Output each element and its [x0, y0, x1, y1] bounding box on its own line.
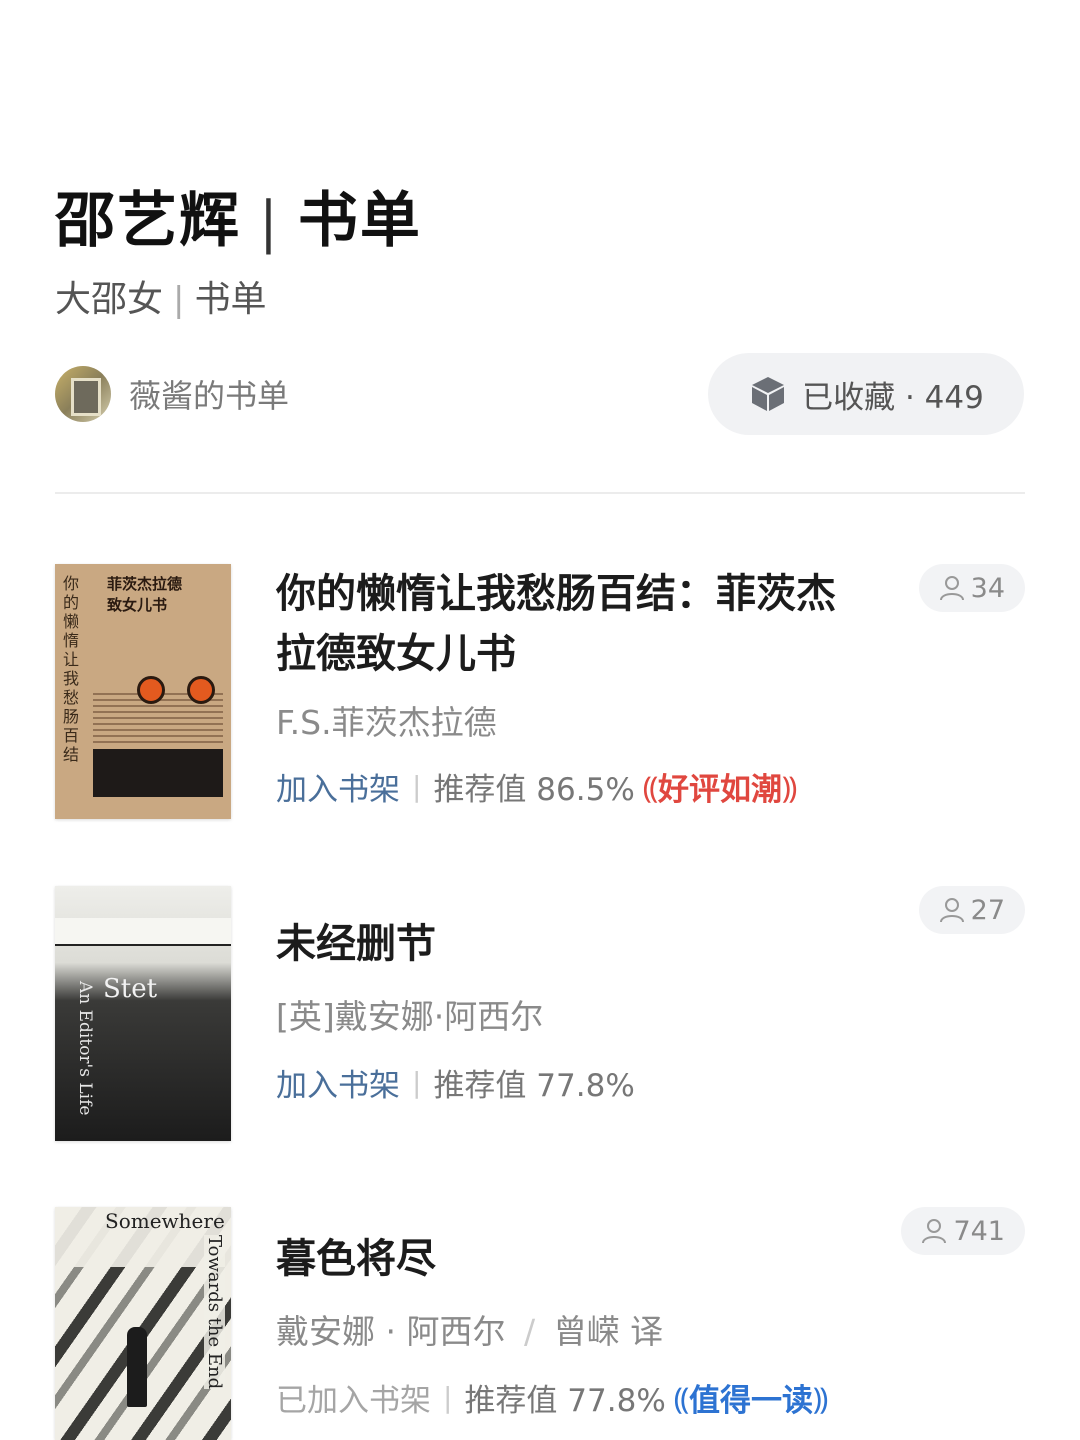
avatar[interactable] [55, 366, 111, 422]
book-info: 暮色将尽 戴安娜 · 阿西尔 / 曾嵘 译 已加入书架 | 推荐值 77.8% … [276, 1229, 876, 1420]
title-main: 邵艺辉 [55, 186, 241, 256]
readers-count[interactable]: 741 [901, 1207, 1025, 1255]
meta-separator: | [412, 1066, 422, 1099]
collect-label: 已收藏 · 449 [802, 379, 984, 416]
cover-title: 菲茨杰拉德 致女儿书 [107, 574, 182, 616]
book-cover[interactable]: 你的懒惰让我愁肠百结 菲茨杰拉德 致女儿书 [55, 564, 231, 819]
laurel-icon: ⸨ [642, 771, 659, 806]
meta-separator: | [443, 1381, 453, 1414]
book-title[interactable]: 暮色将尽 [276, 1229, 876, 1289]
book-title[interactable]: 你的懒惰让我愁肠百结：菲茨杰拉德致女儿书 [276, 564, 856, 684]
rating-badge: ⸨ 好评如潮 ⸩ [643, 764, 798, 809]
divider [55, 492, 1025, 494]
book-cover[interactable]: Stet An Editor's Life [55, 886, 231, 1141]
book-meta: 已加入书架 | 推荐值 77.8% ⸨ 值得一读 ⸩ [276, 1375, 876, 1420]
cover-title-line-2: 致女儿书 [107, 596, 168, 614]
list-item[interactable]: Somewhere Towards the End 暮色将尽 戴安娜 · 阿西尔… [55, 1207, 1025, 1440]
curator-name[interactable]: 薇酱的书单 [129, 371, 289, 417]
book-info: 你的懒惰让我愁肠百结：菲茨杰拉德致女儿书 F.S.菲茨杰拉德 加入书架 | 推荐… [276, 564, 876, 809]
badge-label: 好评如潮 [658, 772, 783, 808]
collect-button[interactable]: 已收藏 · 449 [708, 353, 1024, 435]
readers-value: 27 [970, 894, 1005, 926]
author-separator: / [523, 1312, 536, 1351]
readers-value: 741 [953, 1215, 1005, 1247]
rating-badge: ⸨ 值得一读 ⸩ [674, 1375, 829, 1420]
readers-value: 34 [970, 572, 1005, 604]
laurel-icon: ⸩ [813, 1382, 829, 1417]
translator-name: 曾嵘 译 [553, 1312, 664, 1351]
rating: 推荐值 77.8% [433, 1068, 635, 1104]
book-title[interactable]: 未经删节 [276, 914, 876, 974]
book-meta: 加入书架 | 推荐值 86.5% ⸨ 好评如潮 ⸩ [276, 764, 876, 809]
cover-subtitle: Towards the End [204, 1235, 225, 1390]
cover-dot [187, 676, 215, 704]
cover-vertical-text: 你的懒惰让我愁肠百结 [63, 574, 80, 764]
cover-title-line-1: 菲茨杰拉德 [107, 575, 183, 593]
curator[interactable]: 薇酱的书单 [55, 366, 289, 422]
list-item[interactable]: Stet An Editor's Life 未经删节 [英]戴安娜·阿西尔 加入… [55, 886, 1025, 1146]
page-title: 邵艺辉 | 书单 [55, 172, 422, 259]
cover-dot [137, 676, 165, 704]
rating: 推荐值 86.5% [433, 772, 635, 808]
title-separator: | [259, 190, 280, 255]
author-name: 戴安娜 · 阿西尔 [276, 1312, 506, 1351]
added-to-shelf-button[interactable]: 已加入书架 [276, 1375, 431, 1420]
subtitle-suffix: 书单 [194, 279, 267, 320]
add-to-shelf-button[interactable]: 加入书架 [276, 1060, 400, 1105]
laurel-icon: ⸩ [782, 771, 798, 806]
cover-subtitle: An Editor's Life [75, 981, 95, 1116]
person-icon [922, 1219, 947, 1244]
subtitle-main: 大邵女 [55, 279, 164, 320]
meta-separator: | [412, 770, 422, 803]
cover-title: Somewhere [105, 1209, 225, 1233]
cover-strip [93, 749, 223, 797]
book-author[interactable]: F.S.菲茨杰拉德 [276, 696, 876, 744]
person-icon [939, 576, 964, 601]
cover-desk [55, 918, 231, 946]
add-to-shelf-button[interactable]: 加入书架 [276, 764, 400, 809]
cube-icon [752, 377, 785, 411]
cover-figure [127, 1327, 147, 1407]
book-info: 未经删节 [英]戴安娜·阿西尔 加入书架 | 推荐值 77.8% [276, 914, 876, 1105]
title-suffix: 书单 [297, 186, 422, 256]
book-meta: 加入书架 | 推荐值 77.8% [276, 1060, 876, 1105]
readers-count[interactable]: 27 [918, 886, 1025, 934]
badge-label: 值得一读 [689, 1383, 814, 1419]
laurel-icon: ⸨ [673, 1382, 690, 1417]
book-cover[interactable]: Somewhere Towards the End [55, 1207, 231, 1440]
person-icon [939, 898, 964, 923]
book-author[interactable]: 戴安娜 · 阿西尔 / 曾嵘 译 [276, 1305, 876, 1353]
subtitle-separator: | [173, 280, 185, 320]
page-subtitle: 大邵女 | 书单 [55, 270, 267, 322]
rating: 推荐值 77.8% [464, 1383, 666, 1419]
cover-title: Stet [103, 974, 158, 1004]
readers-count[interactable]: 34 [918, 564, 1025, 612]
list-item[interactable]: 你的懒惰让我愁肠百结 菲茨杰拉德 致女儿书 你的懒惰让我愁肠百结：菲茨杰拉德致女… [55, 564, 1025, 824]
book-author[interactable]: [英]戴安娜·阿西尔 [276, 990, 876, 1038]
